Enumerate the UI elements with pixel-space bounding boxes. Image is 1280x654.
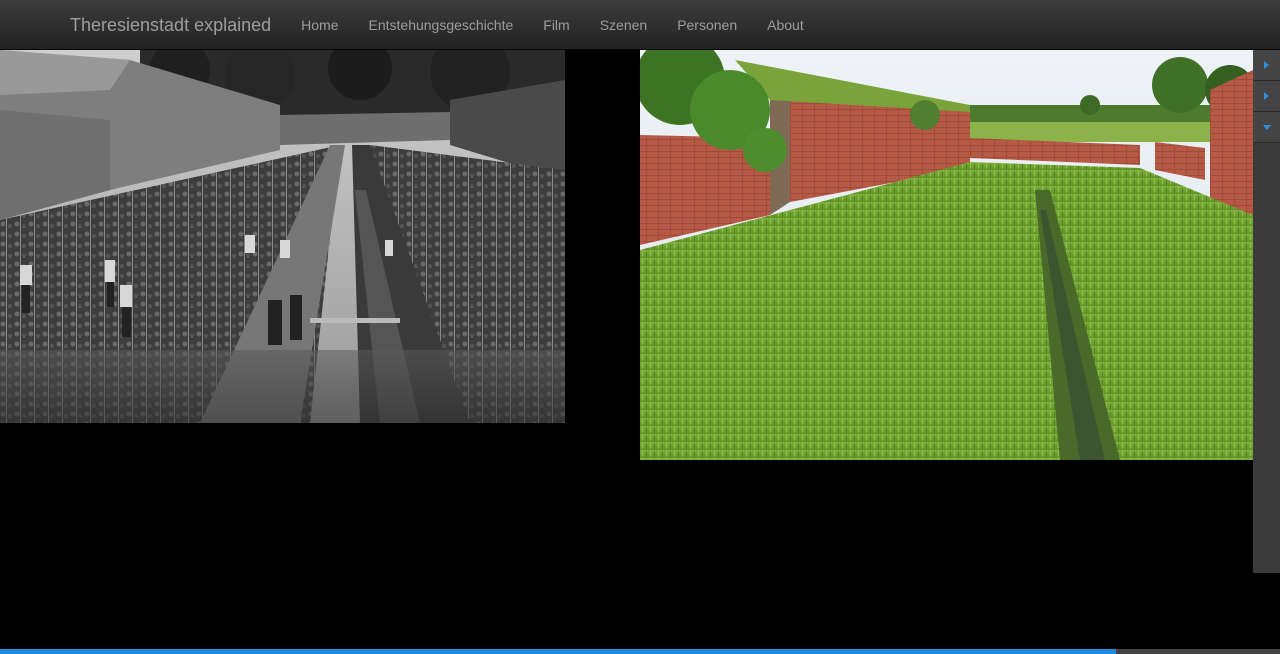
nav-item-entstehungsgeschichte[interactable]: Entstehungsgeschichte bbox=[354, 0, 529, 50]
nav-item-personen[interactable]: Personen bbox=[662, 0, 752, 50]
historic-garden-image bbox=[0, 50, 565, 423]
top-navbar: Theresienstadt explained Home Entstehung… bbox=[0, 0, 1280, 50]
next-button[interactable] bbox=[1253, 50, 1280, 81]
nav-item-home[interactable]: Home bbox=[286, 0, 353, 50]
nav-item-about[interactable]: About bbox=[752, 0, 819, 50]
historic-garden-photo bbox=[0, 50, 565, 423]
progress-fill bbox=[0, 649, 1117, 654]
side-control-panel bbox=[1253, 50, 1280, 573]
video-progress-bar[interactable] bbox=[0, 649, 1280, 654]
play-right-icon bbox=[1264, 92, 1269, 100]
nav-item-szenen[interactable]: Szenen bbox=[585, 0, 662, 50]
forward-button[interactable] bbox=[1253, 81, 1280, 112]
nav-item-film[interactable]: Film bbox=[528, 0, 584, 50]
main-nav: Home Entstehungsgeschichte Film Szenen P… bbox=[286, 0, 819, 50]
modern-moat-image bbox=[640, 50, 1253, 460]
chevron-down-icon bbox=[1262, 124, 1271, 130]
play-right-icon bbox=[1264, 61, 1269, 69]
brand-link[interactable]: Theresienstadt explained bbox=[70, 0, 271, 50]
modern-moat-photo bbox=[640, 50, 1253, 460]
expand-button[interactable] bbox=[1253, 112, 1280, 143]
